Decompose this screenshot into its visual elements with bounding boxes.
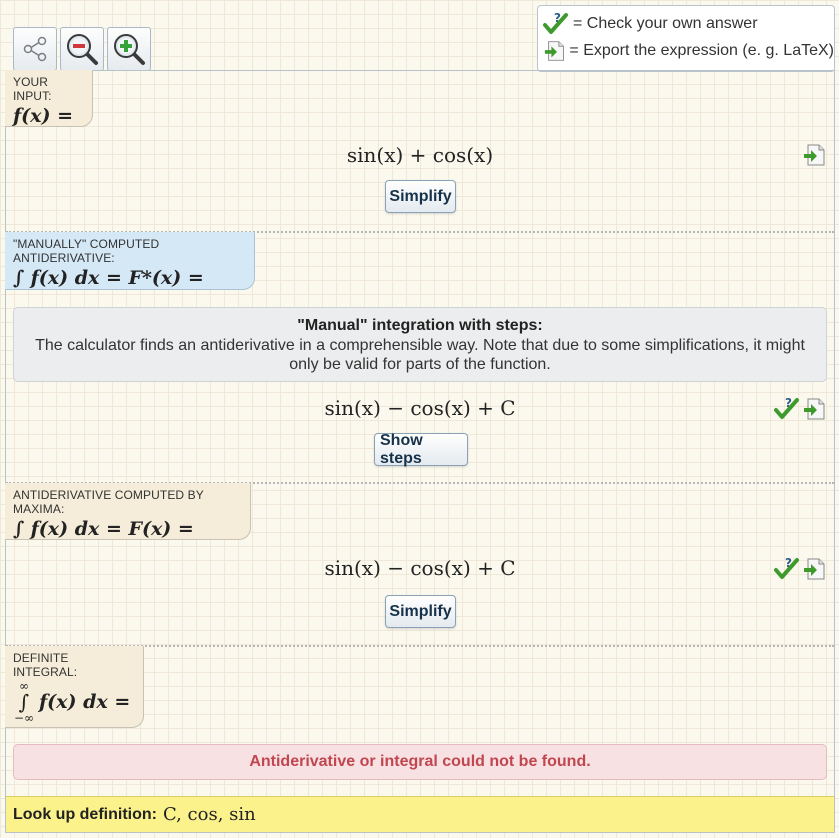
definite-expr: f(x) dx =: [39, 691, 131, 713]
manual-info-title: "Manual" integration with steps:: [297, 317, 543, 334]
maxima-expr: ∫ f(x) dx = F(x) =: [13, 518, 194, 540]
toolbar: [13, 27, 151, 71]
input-expr: f(x) =: [13, 105, 74, 127]
definite-section: DEFINITE INTEGRAL: ∞ ∫ −∞ f(x) dx = Anti…: [5, 646, 834, 796]
legend-check-row: ? = Check your own answer: [543, 10, 834, 37]
maxima-result: sin(x) − cos(x) + C: [324, 556, 516, 580]
zoom-in-button[interactable]: [107, 27, 151, 71]
manual-result: sin(x) − cos(x) + C: [324, 396, 516, 420]
show-steps-button[interactable]: Show steps: [374, 432, 468, 467]
zoom-in-icon: [114, 34, 145, 65]
manual-info-text: The calculator finds an antiderivative i…: [35, 337, 805, 373]
export-icon[interactable]: [802, 143, 826, 167]
export-icon[interactable]: [802, 557, 826, 581]
legend: ? = Check your own answer = Export the e…: [537, 5, 835, 72]
definite-label: DEFINITE INTEGRAL:: [13, 651, 78, 679]
manual-expr: ∫ f(x) dx = F*(x) =: [13, 267, 204, 289]
integral-bounds: ∞ ∫ −∞: [13, 680, 35, 724]
manual-icons: ?: [774, 397, 826, 421]
lookup-label: Look up definition:: [13, 805, 157, 823]
share-icon: [23, 36, 47, 62]
definite-tag: DEFINITE INTEGRAL: ∞ ∫ −∞ f(x) dx =: [5, 646, 144, 728]
definite-expr-group: ∞ ∫ −∞ f(x) dx =: [13, 680, 135, 724]
input-tag: YOUR INPUT: f(x) =: [5, 70, 93, 127]
integral-sign: ∫: [18, 690, 30, 714]
lookup-bar: Look up definition: C, cos, sin: [6, 796, 834, 832]
check-answer-icon[interactable]: ?: [774, 557, 800, 581]
maxima-section: ANTIDERIVATIVE COMPUTED BY MAXIMA: ∫ f(x…: [5, 483, 834, 647]
input-label: YOUR INPUT:: [13, 75, 52, 103]
input-section: YOUR INPUT: f(x) = sin(x) + cos(x) Simpl…: [5, 70, 834, 233]
legend-export-text: = Export the expression (e. g. LaTeX): [569, 41, 834, 59]
simplify-button[interactable]: Simplify: [385, 595, 456, 628]
lookup-terms[interactable]: C, cos, sin: [163, 804, 256, 825]
export-icon[interactable]: [802, 397, 826, 421]
check-answer-icon[interactable]: ?: [774, 397, 800, 421]
share-button[interactable]: [13, 27, 57, 71]
manual-label: "MANUALLY" COMPUTED ANTIDERIVATIVE:: [13, 237, 160, 265]
zoom-out-button[interactable]: [60, 27, 104, 71]
input-result: sin(x) + cos(x): [346, 143, 494, 167]
legend-export-row: = Export the expression (e. g. LaTeX): [543, 37, 834, 64]
check-answer-icon: ?: [543, 12, 568, 34]
error-message: Antiderivative or integral could not be …: [13, 744, 827, 780]
maxima-label: ANTIDERIVATIVE COMPUTED BY MAXIMA:: [13, 488, 204, 516]
manual-info-box: "Manual" integration with steps: The cal…: [13, 307, 827, 382]
input-icons: [802, 143, 826, 167]
maxima-icons: ?: [774, 557, 826, 581]
simplify-button[interactable]: Simplify: [385, 180, 456, 213]
zoom-out-icon: [67, 34, 98, 65]
manual-section: "MANUALLY" COMPUTED ANTIDERIVATIVE: ∫ f(…: [5, 232, 834, 484]
legend-check-text: = Check your own answer: [573, 14, 758, 32]
lower-bound: −∞: [13, 711, 35, 725]
manual-tag: "MANUALLY" COMPUTED ANTIDERIVATIVE: ∫ f(…: [5, 232, 255, 290]
maxima-tag: ANTIDERIVATIVE COMPUTED BY MAXIMA: ∫ f(x…: [5, 483, 251, 540]
results-panel: YOUR INPUT: f(x) = sin(x) + cos(x) Simpl…: [5, 70, 835, 833]
export-icon: [544, 40, 565, 61]
